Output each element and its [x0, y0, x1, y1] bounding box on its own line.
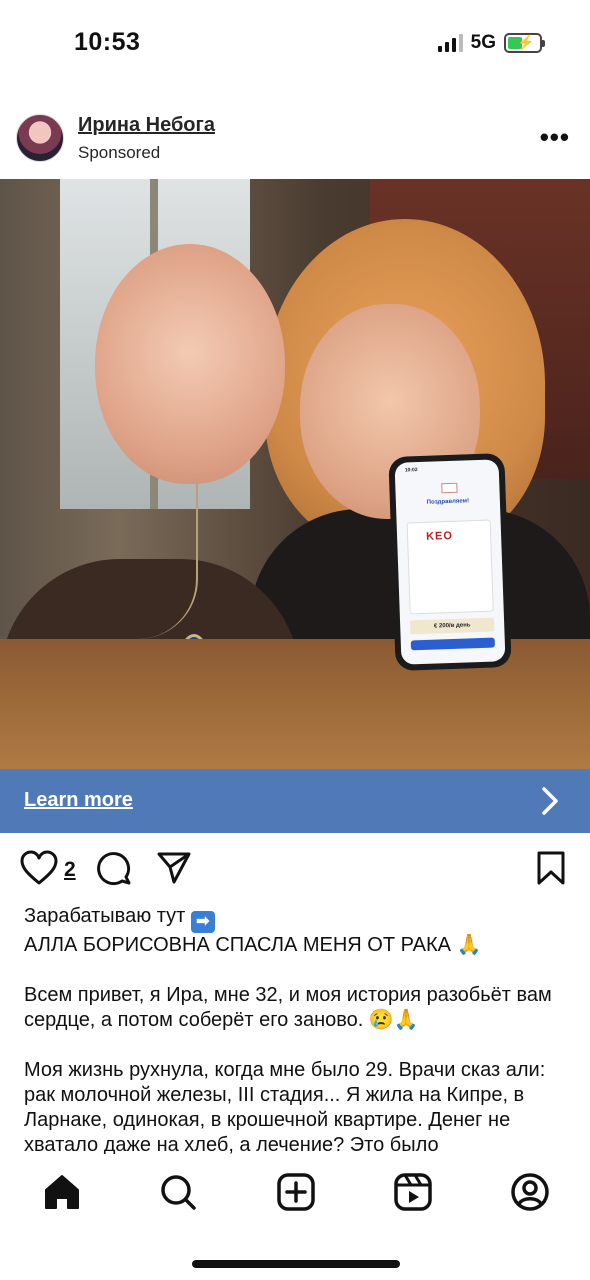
- author-name[interactable]: Ирина Небога: [78, 114, 215, 137]
- bookmark-icon[interactable]: [536, 850, 566, 886]
- send-icon[interactable]: [156, 850, 192, 886]
- phone-screen-title: Поздравляем!: [426, 498, 470, 506]
- home-icon[interactable]: [42, 1172, 82, 1212]
- necklace-chain: [100, 479, 198, 639]
- like-count[interactable]: 2: [64, 858, 76, 882]
- woman-left-face: [95, 244, 285, 484]
- bottom-nav: [0, 1156, 590, 1280]
- action-bar: 2: [0, 850, 590, 894]
- caption-line2: АЛЛА БОРИСОВНА СПАСЛА МЕНЯ ОТ РАКА 🙏: [24, 934, 482, 956]
- status-bar: 10:53 5G ⚡: [0, 0, 590, 88]
- post-caption: Зарабатываю тут ➡ АЛЛА БОРИСОВНА СПАСЛА …: [24, 904, 572, 1154]
- create-icon[interactable]: [276, 1172, 316, 1212]
- reels-icon[interactable]: [393, 1172, 433, 1212]
- post-header: Ирина Небога Sponsored •••: [0, 112, 590, 168]
- chevron-right-icon: [542, 787, 558, 815]
- sponsored-label: Sponsored: [78, 143, 161, 162]
- phone-in-hand: 10:02 Поздравляем! KEO € 200/в день: [388, 453, 512, 671]
- caption-text-1: Зарабатываю тут: [24, 905, 186, 927]
- status-indicators: 5G ⚡: [437, 32, 545, 54]
- caption-paragraph-3: Моя жизнь рухнула, когда мне было 29. Вр…: [24, 1059, 546, 1154]
- phone-screen-logo: KEO: [425, 529, 454, 543]
- network-label: 5G: [470, 32, 496, 53]
- learn-more-button[interactable]: Learn more: [0, 769, 590, 833]
- phone-screen-button: [410, 637, 496, 651]
- avatar[interactable]: [16, 114, 64, 162]
- phone-screen-amount: € 200/в день: [410, 617, 495, 635]
- more-horizontal-icon[interactable]: •••: [540, 122, 570, 153]
- home-indicator[interactable]: [192, 1260, 400, 1268]
- phone-screen: 10:02 Поздравляем! KEO € 200/в день: [394, 459, 506, 665]
- comment-icon[interactable]: [96, 850, 132, 886]
- profile-icon[interactable]: [510, 1172, 550, 1212]
- search-icon[interactable]: [158, 1172, 198, 1212]
- phone-screen-card: KEO: [406, 519, 494, 615]
- caption-paragraph-2: Всем привет, я Ира, мне 32, и моя истори…: [24, 984, 552, 1031]
- cyprus-flag-icon: [441, 482, 458, 494]
- signal-icon: [437, 34, 463, 52]
- phone-screen-time: 10:02: [404, 467, 418, 474]
- heart-icon[interactable]: [20, 850, 58, 886]
- learn-more-label: Learn more: [24, 789, 133, 811]
- battery-icon: ⚡: [504, 33, 545, 53]
- caption-line1: Зарабатываю тут ➡: [24, 904, 572, 933]
- post-image[interactable]: 10:02 Поздравляем! KEO € 200/в день: [0, 179, 590, 769]
- status-time: 10:53: [74, 28, 141, 56]
- right-arrow-emoji-icon: ➡: [190, 911, 215, 933]
